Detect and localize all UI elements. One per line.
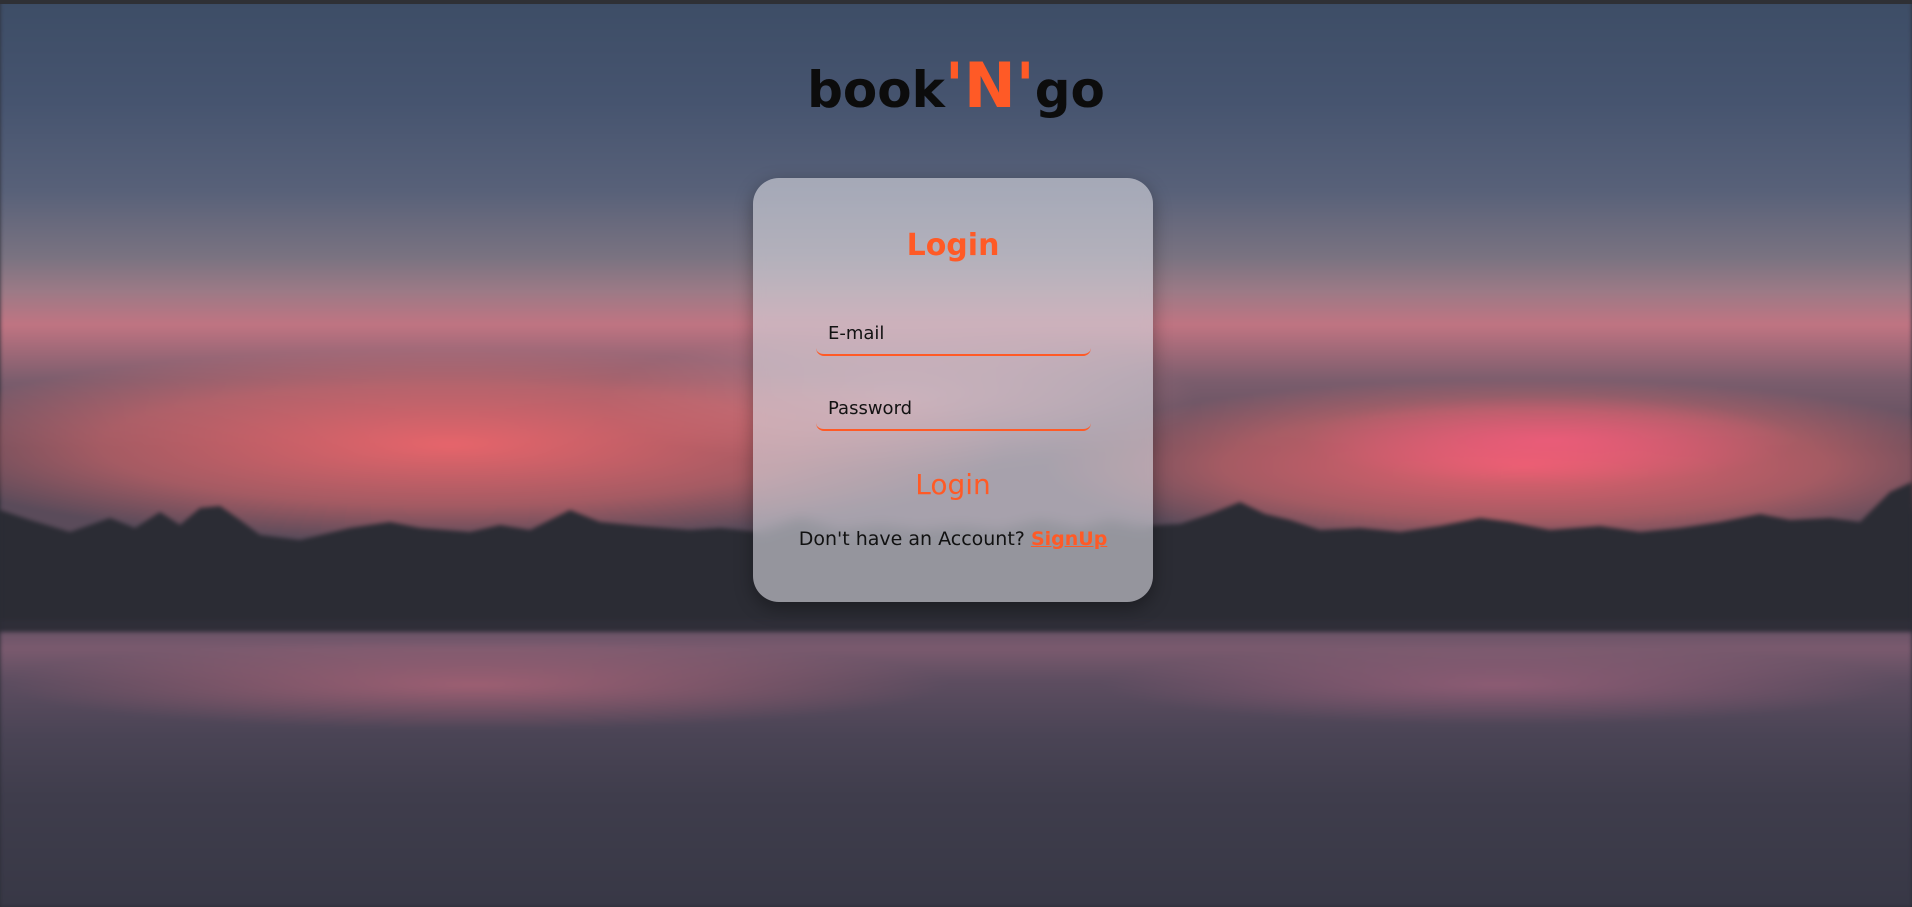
email-input[interactable] <box>816 312 1091 354</box>
email-field-wrapper <box>816 312 1091 356</box>
brand-prefix: book <box>807 61 945 119</box>
password-field-wrapper <box>816 387 1091 431</box>
window-top-border <box>0 0 1912 4</box>
signup-link[interactable]: SignUp <box>1031 528 1107 550</box>
login-card: Login Login Don't have an Account? SignU… <box>753 178 1153 602</box>
password-input[interactable] <box>816 387 1091 429</box>
signup-prompt-row: Don't have an Account? SignUp <box>753 528 1153 550</box>
brand-accent: 'N' <box>944 49 1035 122</box>
brand-logo: book'N'go <box>0 46 1912 130</box>
signup-prompt: Don't have an Account? <box>798 528 1025 550</box>
brand-suffix: go <box>1034 61 1105 119</box>
login-button[interactable]: Login <box>873 464 1033 504</box>
login-title: Login <box>906 228 1000 263</box>
login-screen: book'N'go Login Login Don't have an Acco… <box>0 0 1912 907</box>
